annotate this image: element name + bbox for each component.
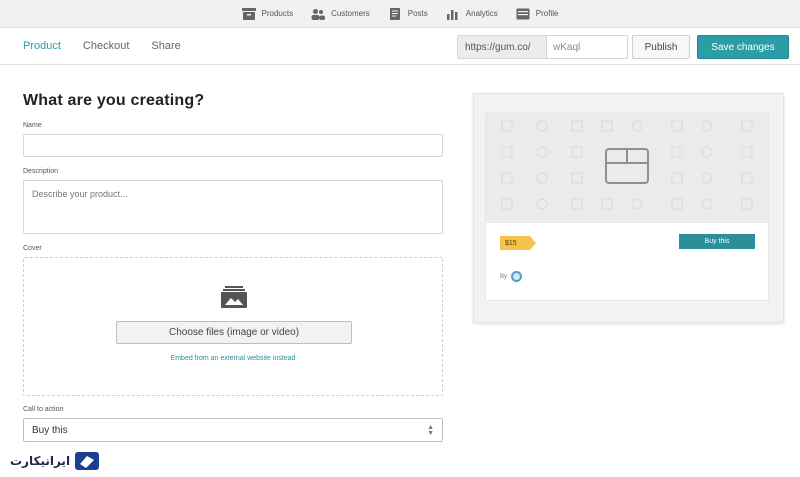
description-textarea[interactable] xyxy=(23,180,443,234)
buy-this-button[interactable]: Buy this xyxy=(679,234,755,249)
products-icon xyxy=(241,7,256,20)
call-to-action-value: Buy this xyxy=(32,424,68,436)
page-title: What are you creating? xyxy=(23,92,205,109)
nav-item-posts-label: Posts xyxy=(407,9,428,18)
cover-dropzone[interactable]: Choose files (image or video) Embed from… xyxy=(23,257,443,396)
analytics-icon xyxy=(446,9,458,20)
watermark: ایرانیکارت xyxy=(10,450,100,472)
tab-share[interactable]: Share xyxy=(151,40,180,52)
nav-item-analytics-label: Analytics xyxy=(465,9,498,18)
call-to-action-label: Call to action xyxy=(23,406,64,413)
nav-item-products[interactable]: Products xyxy=(241,7,294,20)
avatar xyxy=(511,271,523,282)
product-form: What are you creating? Name Description … xyxy=(23,92,443,442)
customers-icon xyxy=(311,8,326,20)
creator-row: By xyxy=(500,271,523,282)
image-stack-icon xyxy=(221,286,247,308)
tab-checkout[interactable]: Checkout xyxy=(83,40,129,52)
name-input[interactable] xyxy=(23,134,443,157)
placeholder-pattern-icon xyxy=(501,120,753,210)
product-tab-bar: Product Checkout Share https://gum.co/ P… xyxy=(0,29,800,65)
cover-placeholder xyxy=(486,113,768,223)
profile-icon xyxy=(516,8,530,19)
product-preview-card: $15 Buy this By xyxy=(485,112,769,301)
url-slug-input[interactable] xyxy=(547,36,627,58)
tab-product[interactable]: Product xyxy=(23,40,61,52)
watermark-text: ایرانیکارت xyxy=(10,454,71,468)
product-url-group: https://gum.co/ xyxy=(457,35,628,59)
description-label: Description xyxy=(23,168,59,175)
card-logo-icon xyxy=(75,452,100,470)
call-to-action-select[interactable]: Buy this ▲ ▼ xyxy=(23,418,443,442)
nav-item-posts[interactable]: Posts xyxy=(388,7,428,20)
embed-external-link[interactable]: Embed from an external website instead xyxy=(24,355,442,362)
top-navigation: Products Customers Posts Analytics Profi… xyxy=(0,0,800,28)
publish-button[interactable]: Publish xyxy=(632,35,690,59)
save-changes-button[interactable]: Save changes xyxy=(697,35,789,59)
nav-item-analytics[interactable]: Analytics xyxy=(446,8,498,20)
url-prefix: https://gum.co/ xyxy=(458,36,547,58)
by-label: By xyxy=(500,273,508,280)
choose-files-button[interactable]: Choose files (image or video) xyxy=(116,321,352,344)
cover-label: Cover xyxy=(23,245,42,252)
nav-item-profile[interactable]: Profile xyxy=(516,8,559,20)
nav-item-profile-label: Profile xyxy=(535,9,559,18)
price-badge: $15 xyxy=(500,236,536,250)
posts-icon xyxy=(389,7,400,20)
nav-item-customers-label: Customers xyxy=(331,9,370,18)
nav-item-customers[interactable]: Customers xyxy=(311,8,370,20)
product-preview-panel: $15 Buy this By xyxy=(473,93,784,323)
name-label: Name xyxy=(23,122,42,129)
product-tabs: Product Checkout Share xyxy=(23,40,181,52)
nav-item-products-label: Products xyxy=(261,9,294,18)
select-arrows-icon: ▲ ▼ xyxy=(427,424,434,437)
